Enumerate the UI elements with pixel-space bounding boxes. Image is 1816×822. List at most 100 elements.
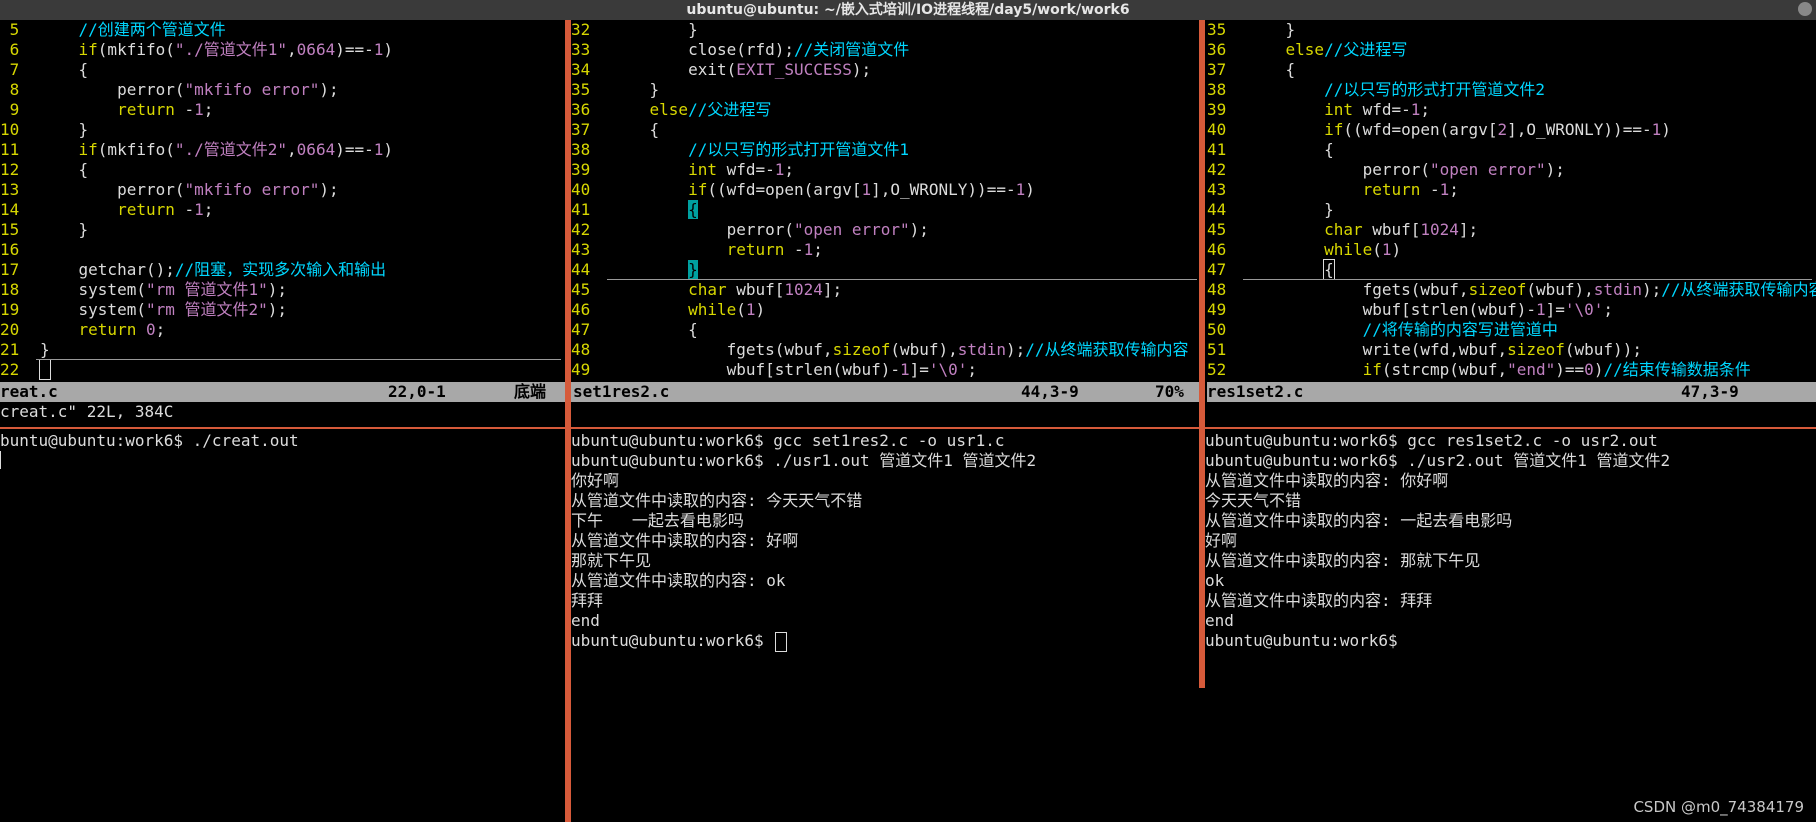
code-line[interactable]: 35 } xyxy=(1207,20,1816,40)
code-text: } xyxy=(40,220,89,239)
line-number: 42 xyxy=(571,220,591,239)
code-line[interactable]: 40 if((wfd=open(argv[1],O_WRONLY))==-1) xyxy=(571,180,1201,200)
code-line[interactable]: 42 perror("open error"); xyxy=(571,220,1201,240)
code-text: { xyxy=(1247,60,1296,79)
line-number: 7 xyxy=(0,60,20,79)
terminal-pane-3[interactable]: ubuntu@ubuntu:work6$ gcc res1set2.c -o u… xyxy=(1205,431,1816,822)
code-line[interactable]: 15 } xyxy=(0,220,565,240)
line-number: 32 xyxy=(571,20,591,39)
text-cursor xyxy=(39,359,51,380)
text-cursor: } xyxy=(688,260,698,279)
code-line[interactable]: 37 { xyxy=(1207,60,1816,80)
cursorline-underline xyxy=(36,359,561,360)
line-number: 50 xyxy=(1207,320,1227,339)
code-line[interactable]: 21} xyxy=(0,340,565,360)
code-line[interactable]: 49 wbuf[strlen(wbuf)-1]='\0'; xyxy=(571,360,1201,380)
code-line[interactable]: 48 fgets(wbuf,sizeof(wbuf),stdin);//从终端获… xyxy=(1207,280,1816,300)
code-line[interactable]: 46 while(1) xyxy=(571,300,1201,320)
code-line[interactable]: 39 int wfd=-1; xyxy=(1207,100,1816,120)
line-number: 5 xyxy=(0,20,20,39)
code-line[interactable]: 42 perror("open error"); xyxy=(1207,160,1816,180)
code-line[interactable]: 33 close(rfd);//关闭管道文件 xyxy=(571,40,1201,60)
code-line[interactable]: 8 perror("mkfifo error"); xyxy=(0,80,565,100)
line-number: 48 xyxy=(571,340,591,359)
code-line[interactable]: 38 //以只写的形式打开管道文件1 xyxy=(571,140,1201,160)
code-line[interactable]: 16 xyxy=(0,240,565,260)
code-line[interactable]: 34 exit(EXIT_SUCCESS); xyxy=(571,60,1201,80)
line-number: 20 xyxy=(0,320,20,339)
cursorline-underline xyxy=(1243,279,1812,280)
line-number: 44 xyxy=(1207,200,1227,219)
line-number: 45 xyxy=(571,280,591,299)
code-line[interactable]: 9 return -1; xyxy=(0,100,565,120)
code-line[interactable]: 43 return -1; xyxy=(571,240,1201,260)
code-line[interactable]: 13 perror("mkfifo error"); xyxy=(0,180,565,200)
code-line[interactable]: 45 char wbuf[1024]; xyxy=(1207,220,1816,240)
code-line[interactable]: 36 else//父进程写 xyxy=(1207,40,1816,60)
code-line[interactable]: 51 write(wfd,wbuf,sizeof(wbuf)); xyxy=(1207,340,1816,360)
code-line[interactable]: 20 return 0; xyxy=(0,320,565,340)
code-line[interactable]: 52 if(strcmp(wbuf,"end")==0)//结束传输数据条件 xyxy=(1207,360,1816,380)
code-line[interactable]: 37 { xyxy=(571,120,1201,140)
code-line[interactable]: 41 { xyxy=(1207,140,1816,160)
code-line[interactable]: 22 xyxy=(0,359,565,380)
code-line[interactable]: 48 fgets(wbuf,sizeof(wbuf),stdin);//从终端获… xyxy=(571,340,1201,360)
code-text: if(strcmp(wbuf,"end")==0)//结束传输数据条件 xyxy=(1362,360,1751,379)
code-line[interactable]: 10 } xyxy=(0,120,565,140)
code-text: { xyxy=(40,60,89,79)
editor-pane-creat[interactable]: 5 //创建两个管道文件 6 if(mkfifo("./管道文件1",0664)… xyxy=(0,20,565,382)
code-line[interactable]: 46 while(1) xyxy=(1207,240,1816,260)
code-text: perror("open error"); xyxy=(1247,160,1565,179)
code-line[interactable]: 12 { xyxy=(0,160,565,180)
code-text: perror("mkfifo error"); xyxy=(40,180,339,199)
code-line[interactable]: 47 { xyxy=(571,320,1201,340)
code-line[interactable]: 50 //将传输的内容写进管道中 xyxy=(1207,320,1816,340)
code-line[interactable]: 35 } xyxy=(571,80,1201,100)
terminal-line: 从管道文件中读取的内容: 那就下午见 xyxy=(1205,551,1481,570)
line-number: 41 xyxy=(1207,140,1227,159)
code-text: //以只写的形式打开管道文件2 xyxy=(1324,80,1545,99)
code-text: close(rfd);//关闭管道文件 xyxy=(611,40,910,59)
code-line[interactable]: 41 { xyxy=(571,200,1201,220)
line-number: 21 xyxy=(0,340,20,359)
code-text: } xyxy=(40,120,89,139)
code-line[interactable]: 18 system("rm 管道文件1"); xyxy=(0,280,565,300)
status-filename: set1res2.c xyxy=(573,382,670,401)
code-line[interactable]: 43 return -1; xyxy=(1207,180,1816,200)
status-position: 44,3-9 xyxy=(1021,382,1079,401)
line-number: 47 xyxy=(571,320,591,339)
line-number: 15 xyxy=(0,220,20,239)
code-line[interactable]: 6 if(mkfifo("./管道文件1",0664)==-1) xyxy=(0,40,565,60)
code-line[interactable]: 36 else//父进程写 xyxy=(571,100,1201,120)
editor-pane-res1set2[interactable]: 35 } 36 else//父进程写 37 {38 //以只写的形式打开管道文件2 3… xyxy=(1207,20,1816,382)
code-line[interactable]: 45 char wbuf[1024]; xyxy=(571,280,1201,300)
code-line[interactable]: 39 int wfd=-1; xyxy=(571,160,1201,180)
code-line[interactable]: 19 system("rm 管道文件2"); xyxy=(0,300,565,320)
line-number: 35 xyxy=(1207,20,1227,39)
code-text: fgets(wbuf,sizeof(wbuf),stdin);//从终端获取传输… xyxy=(1247,280,1816,299)
terminal-pane-1[interactable]: buntu@ubuntu:work6$ ./creat.out xyxy=(0,431,565,822)
terminal-line: 从管道文件中读取的内容: 你好啊 xyxy=(1205,471,1449,490)
code-line[interactable]: 17 getchar();//阻塞，实现多次输入和输出 xyxy=(0,260,565,280)
terminal-pane-2[interactable]: ubuntu@ubuntu:work6$ gcc set1res2.c -o u… xyxy=(571,431,1199,822)
code-line[interactable]: 40 if((wfd=open(argv[2],O_WRONLY))==-1) xyxy=(1207,120,1816,140)
code-line[interactable]: 32 } xyxy=(571,20,1201,40)
code-line[interactable]: 44 } xyxy=(571,260,1201,280)
editor-pane-set1res2[interactable]: 32 } 33 close(rfd);//关闭管道文件 34 exit(EXIT_S… xyxy=(571,20,1201,382)
line-number: 47 xyxy=(1207,260,1227,279)
code-line[interactable]: 38 //以只写的形式打开管道文件2 xyxy=(1207,80,1816,100)
line-number: 17 xyxy=(0,260,20,279)
code-text: char wbuf[1024]; xyxy=(688,280,843,299)
code-text: while(1) xyxy=(1324,240,1402,259)
code-line[interactable]: 47 { xyxy=(1207,259,1816,280)
code-line[interactable]: 5 //创建两个管道文件 xyxy=(0,20,565,40)
code-text: } xyxy=(1247,20,1296,39)
code-text: getchar();//阻塞，实现多次输入和输出 xyxy=(40,260,387,279)
code-line[interactable]: 14 return -1; xyxy=(0,200,565,220)
code-line[interactable]: 11 if(mkfifo("./管道文件2",0664)==-1) xyxy=(0,140,565,160)
close-icon[interactable] xyxy=(1798,2,1812,16)
code-text: return -1; xyxy=(726,240,823,259)
code-line[interactable]: 7 { xyxy=(0,60,565,80)
code-line[interactable]: 44 } xyxy=(1207,200,1816,220)
code-line[interactable]: 49 wbuf[strlen(wbuf)-1]='\0'; xyxy=(1207,300,1816,320)
